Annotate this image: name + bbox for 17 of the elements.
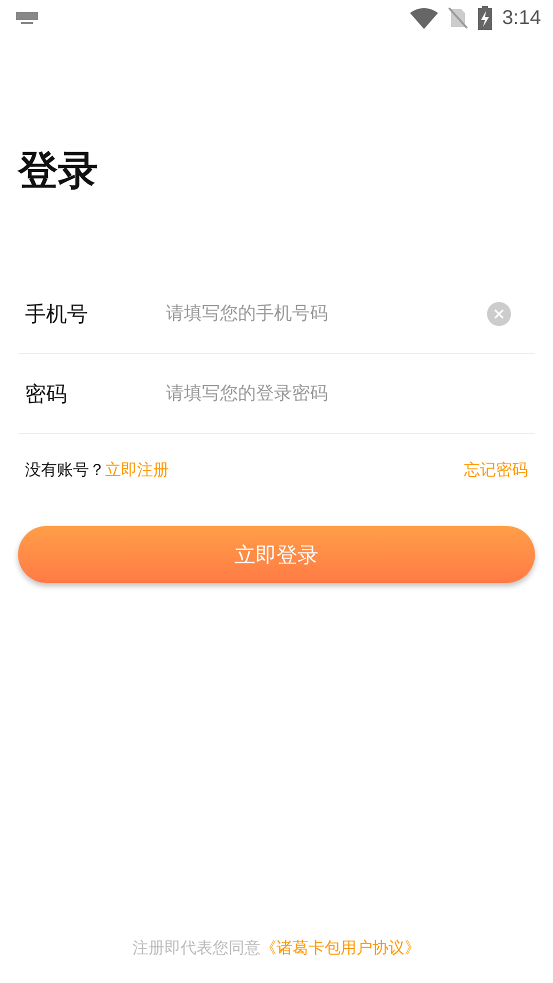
forgot-password-link[interactable]: 忘记密码 bbox=[464, 460, 528, 481]
keyboard-icon bbox=[16, 12, 38, 24]
login-button[interactable]: 立即登录 bbox=[18, 526, 535, 583]
no-account-text: 没有账号？ bbox=[25, 460, 105, 481]
agreement-text: 注册即代表您同意 bbox=[132, 938, 260, 959]
wifi-icon bbox=[410, 7, 438, 29]
no-sim-icon bbox=[448, 7, 468, 29]
battery-charging-icon bbox=[478, 6, 492, 30]
input-field[interactable]: 请填写您的手机号码 bbox=[166, 303, 487, 324]
field-label: 密码 bbox=[24, 380, 68, 408]
register-link[interactable]: 立即注册 bbox=[105, 460, 169, 481]
agreement-link[interactable]: 《诸葛卡包用户协议》 bbox=[260, 938, 420, 959]
clock-time: 3:14 bbox=[502, 6, 541, 30]
page-title: 登录 bbox=[18, 147, 98, 196]
field-label: 手机号 bbox=[24, 300, 89, 328]
clear-icon[interactable] bbox=[487, 302, 511, 326]
input-field[interactable]: 请填写您的登录密码 bbox=[166, 383, 535, 404]
